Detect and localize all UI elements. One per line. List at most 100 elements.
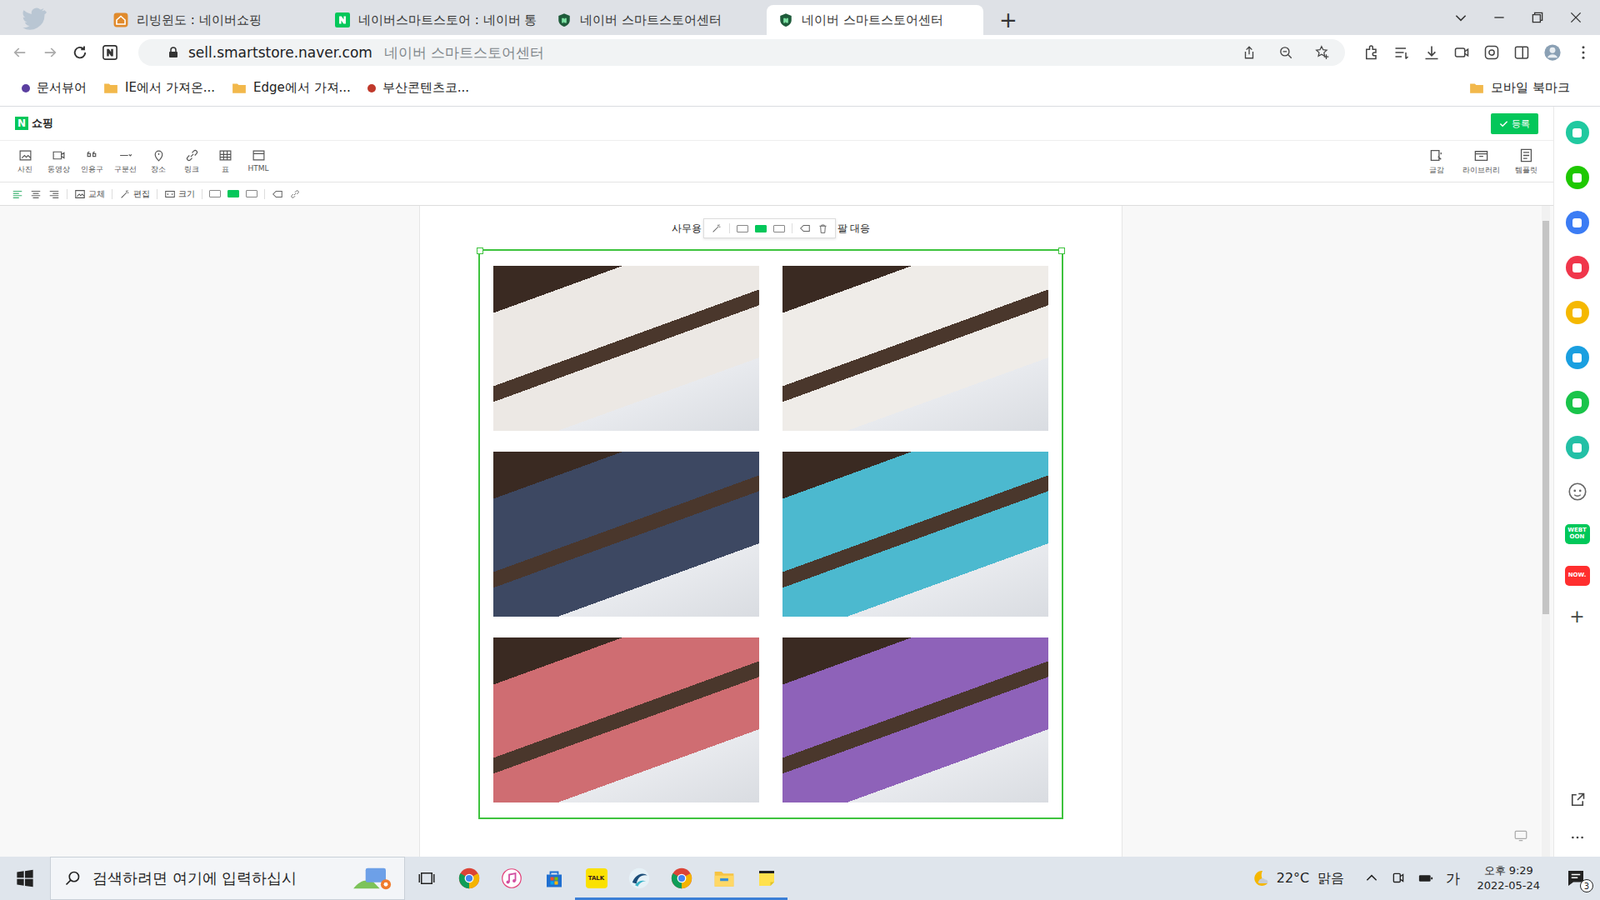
restore-icon[interactable] [1530, 10, 1545, 25]
photo[interactable] [493, 637, 760, 803]
taskbar-search[interactable]: 검색하려면 여기에 입력하십시 [50, 856, 405, 900]
reading-list-icon[interactable] [1393, 44, 1410, 61]
favorite-icon[interactable] [1315, 45, 1330, 60]
photo[interactable] [493, 265, 760, 431]
minimize-icon[interactable] [1491, 10, 1507, 25]
ime-indicator[interactable]: 가 [1445, 869, 1460, 889]
toolbar-tool[interactable]: 인용구 [80, 148, 104, 175]
format-tool[interactable]: 크기 [164, 188, 195, 200]
browser-tab[interactable]: 네이버 스마트스토어센터 [766, 5, 984, 35]
download-icon[interactable] [1423, 44, 1440, 61]
sidebar-app[interactable]: NOW. [1565, 565, 1590, 586]
layout-option[interactable] [209, 190, 221, 198]
more-icon[interactable] [1570, 830, 1585, 845]
toolbar-tool[interactable]: 링크 [180, 148, 204, 175]
register-button[interactable]: 등록 [1490, 113, 1539, 135]
scrollbar[interactable] [1541, 205, 1550, 857]
sidebar-app[interactable] [1565, 165, 1590, 190]
reload-icon[interactable] [71, 44, 89, 61]
caption-text[interactable]: 팔 대응 [837, 221, 871, 236]
browser-tab[interactable]: 네이버 스마트스토어센터 [545, 5, 762, 35]
photo[interactable] [782, 637, 1049, 803]
taskbar-app[interactable] [532, 856, 575, 900]
capture-icon[interactable] [1483, 44, 1500, 61]
layout-option[interactable] [227, 190, 240, 198]
layout-option[interactable] [736, 225, 749, 233]
sidebar-app[interactable] [1565, 255, 1590, 280]
photo[interactable] [782, 265, 1049, 431]
extension-icon[interactable] [1363, 44, 1380, 61]
close-icon[interactable] [1568, 10, 1584, 25]
format-tool[interactable]: 교체 [74, 188, 105, 200]
taskbar-app[interactable] [617, 856, 660, 900]
weather-widget[interactable]: 22°C 맑음 [1250, 868, 1345, 889]
toolbar-tool[interactable]: 표 [213, 148, 237, 175]
open-external-icon[interactable] [1569, 791, 1586, 809]
add-app-button[interactable]: + [1569, 607, 1585, 626]
caption-text[interactable]: 사무용 [671, 221, 702, 236]
sidebar-app[interactable] [1565, 390, 1590, 415]
photo[interactable] [493, 451, 760, 617]
sidebar-app[interactable] [1565, 435, 1590, 460]
trash-icon[interactable] [817, 223, 829, 235]
clock[interactable]: 오후 9:29 2022-05-24 [1476, 863, 1540, 893]
mobile-bookmarks[interactable]: 모바일 북마크 [1469, 80, 1570, 96]
forward-icon[interactable] [41, 44, 59, 61]
sidebar-toggle-icon[interactable] [1513, 44, 1530, 61]
notification-center[interactable]: 3 [1563, 865, 1589, 891]
address-bar[interactable]: sell.smartstore.naver.com 네이버 스마트스토어센터 [138, 39, 1345, 66]
wand-icon[interactable] [710, 222, 723, 235]
chevron-up-icon[interactable] [1364, 870, 1380, 886]
layout-option[interactable] [755, 225, 767, 233]
photo[interactable] [782, 451, 1049, 617]
toolbar-tool[interactable]: HTML [246, 148, 270, 175]
naver-home-icon[interactable] [101, 44, 119, 61]
layout-option[interactable] [773, 225, 785, 233]
browser-tab[interactable]: 네이버스마트스토어 : 네이버 통 [323, 5, 540, 35]
sidebar-app[interactable]: WEBTOON [1565, 524, 1590, 545]
tag-icon[interactable] [271, 188, 284, 200]
video-icon[interactable] [1453, 44, 1470, 61]
toolbar-tool[interactable]: 템플릿 [1510, 147, 1542, 176]
toolbar-tool[interactable]: 사진 [13, 148, 37, 175]
profile-icon[interactable] [1543, 43, 1562, 62]
windows-icon[interactable] [15, 869, 35, 888]
align-center-icon[interactable] [30, 188, 42, 200]
battery-icon[interactable] [1417, 870, 1435, 887]
taskbar-app[interactable] [447, 856, 490, 900]
align-right-icon[interactable] [48, 188, 60, 200]
toolbar-tool[interactable]: 동영상 [46, 148, 70, 175]
face-icon[interactable] [1566, 480, 1589, 503]
link-icon[interactable] [290, 189, 300, 200]
meet-icon[interactable] [1390, 870, 1406, 886]
bookmark[interactable]: 부산콘텐츠코... [367, 80, 470, 96]
menu-icon[interactable] [1575, 44, 1592, 61]
tag-icon[interactable] [799, 222, 811, 235]
taskbar-app[interactable]: TALK [575, 856, 618, 900]
bookmark[interactable]: Edge에서 가져... [231, 80, 351, 96]
tab-list-icon[interactable] [1453, 10, 1469, 25]
sidebar-app[interactable] [1565, 210, 1590, 235]
sidebar-app[interactable] [1565, 120, 1590, 145]
toolbar-tool[interactable]: 라이브러리 [1462, 147, 1500, 176]
image-group[interactable] [478, 249, 1064, 820]
taskbar-app[interactable] [745, 856, 788, 900]
format-tool[interactable]: 편집 [119, 188, 150, 200]
zoom-icon[interactable] [1278, 45, 1294, 60]
toolbar-tool[interactable]: 글감 [1420, 147, 1453, 176]
layout-option[interactable] [245, 190, 258, 198]
sidebar-app[interactable] [1565, 345, 1590, 370]
browser-tab[interactable]: 리빙윈도 : 네이버쇼핑 [101, 5, 319, 35]
taskbar-app[interactable] [702, 856, 745, 900]
bookmark[interactable]: IE에서 가져온... [103, 80, 215, 96]
taskbar-app[interactable] [405, 856, 448, 900]
taskbar-app[interactable] [660, 856, 703, 900]
new-tab-button[interactable]: + [993, 5, 1024, 35]
taskbar-app[interactable] [490, 856, 533, 900]
resize-handle[interactable] [1058, 247, 1065, 255]
monitor-icon[interactable] [1513, 828, 1529, 844]
align-left-icon[interactable] [11, 188, 24, 200]
toolbar-tool[interactable]: 구분선 [113, 148, 137, 175]
bookmark[interactable]: 문서뷰어 [21, 80, 87, 96]
back-icon[interactable] [11, 44, 29, 61]
